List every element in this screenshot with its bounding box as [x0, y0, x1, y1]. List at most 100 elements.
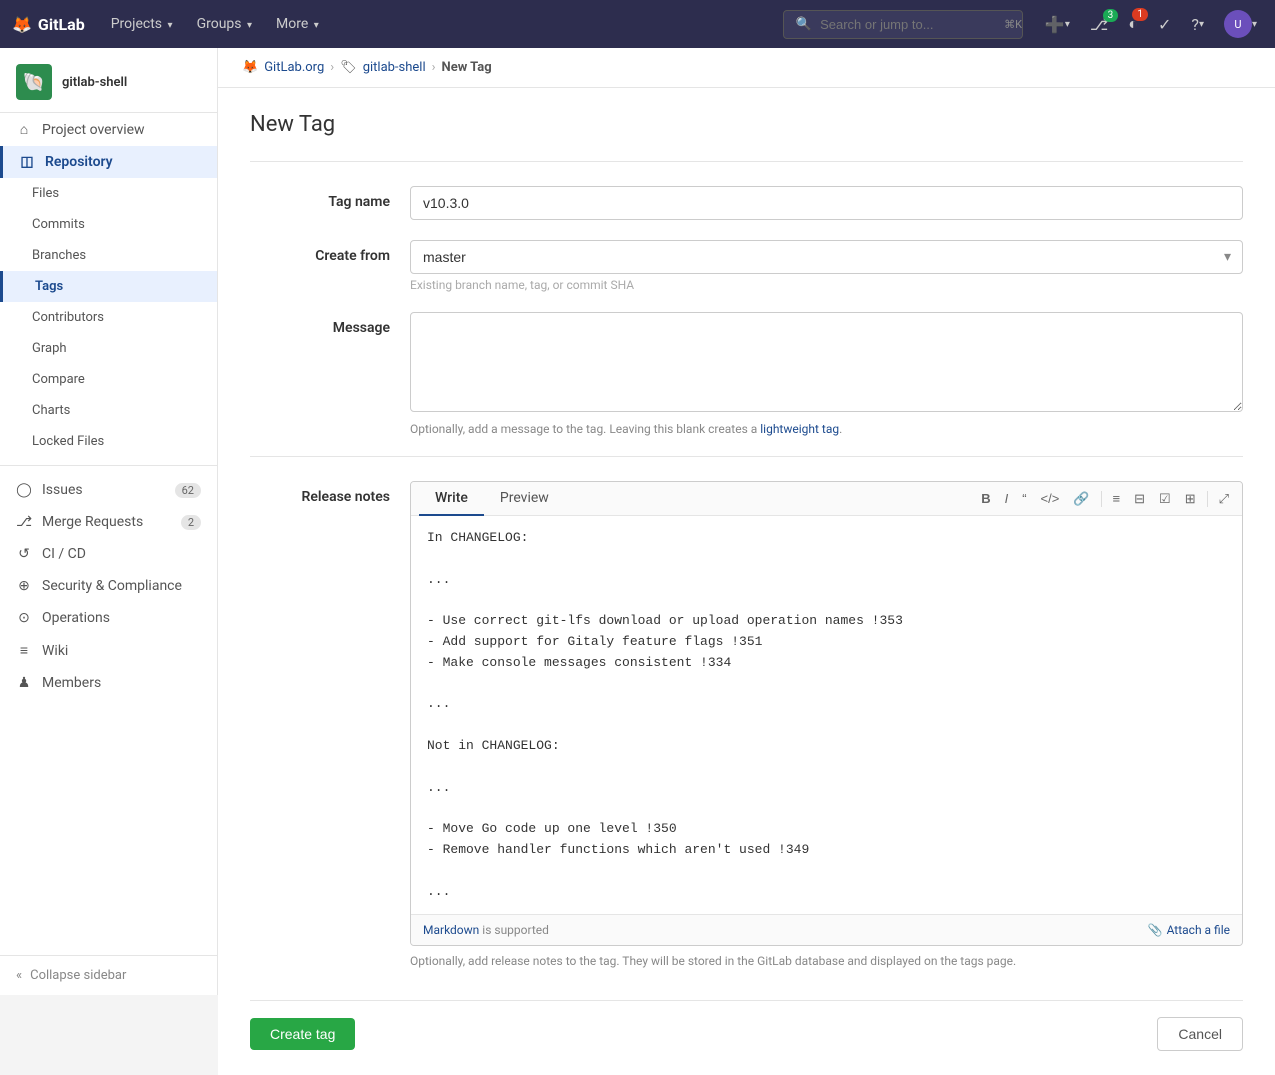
release-notes-row: Release notes Write Preview B I “ </> — [250, 481, 1243, 968]
brand-logo[interactable]: 🦊 GitLab — [12, 15, 85, 34]
sidebar-item-operations[interactable]: ⊙ Operations — [0, 602, 217, 634]
navbar-icons: ➕ ▾ ⎇ 3 ◐ 1 ✓ ? ▾ U ▾ — [1039, 6, 1263, 42]
todo-button[interactable]: ✓ — [1152, 11, 1177, 38]
mr-count-badge: 2 — [181, 515, 201, 530]
attach-icon: 📎 — [1148, 923, 1163, 937]
search-input[interactable] — [820, 17, 996, 32]
breadcrumb-current: New Tag — [442, 60, 492, 75]
cancel-button[interactable]: Cancel — [1157, 1017, 1243, 1051]
table-button[interactable]: ⊞ — [1180, 488, 1201, 510]
toolbar-separator — [1101, 491, 1102, 507]
avatar: U — [1224, 10, 1252, 38]
project-avatar: 🐚 — [16, 64, 52, 100]
sidebar-item-security-compliance[interactable]: ⊕ Security & Compliance — [0, 570, 217, 602]
sidebar-item-repository[interactable]: ◫ Repository — [0, 146, 217, 178]
message-row: Message Optionally, add a message to the… — [250, 312, 1243, 436]
help-button[interactable]: ? ▾ — [1185, 11, 1210, 38]
message-hint: Optionally, add a message to the tag. Le… — [410, 422, 1243, 436]
create-from-hint: Existing branch name, tag, or commit SHA — [410, 278, 1243, 292]
sidebar-item-issues[interactable]: ◯ Issues 62 — [0, 474, 217, 506]
wiki-icon: ≡ — [16, 642, 32, 659]
attach-file-button[interactable]: 📎 Attach a file — [1148, 923, 1230, 937]
italic-button[interactable]: I — [1000, 488, 1014, 509]
breadcrumb-project[interactable]: gitlab-shell — [363, 60, 426, 75]
sidebar-item-commits[interactable]: Commits — [0, 209, 217, 240]
nav-projects[interactable]: Projects ▾ — [101, 10, 183, 38]
sidebar-item-cicd[interactable]: ↺ CI / CD — [0, 538, 217, 570]
markdown-suffix: is supported — [482, 923, 549, 937]
bold-button[interactable]: B — [976, 488, 995, 509]
sidebar-item-contributors[interactable]: Contributors — [0, 302, 217, 333]
release-notes-label: Release notes — [250, 481, 410, 505]
main-content: 🦊 GitLab.org › 🏷 gitlab-shell › New Tag … — [218, 48, 1275, 1075]
sidebar-item-locked-files[interactable]: Locked Files — [0, 426, 217, 457]
home-icon: ⌂ — [16, 121, 32, 138]
sidebar-item-members[interactable]: ♟ Members — [0, 667, 217, 699]
sidebar-item-graph[interactable]: Graph — [0, 333, 217, 364]
flame-icon: 🦊 — [12, 15, 32, 34]
editor-toolbar: B I “ </> 🔗 ≡ ⊟ ☑ ⊞ ⤢ — [976, 484, 1234, 514]
sidebar-item-charts[interactable]: Charts — [0, 395, 217, 426]
sidebar-item-merge-requests[interactable]: ⎇ Merge Requests 2 — [0, 506, 217, 538]
members-icon: ♟ — [16, 675, 32, 691]
chevron-down-icon: ▾ — [314, 20, 319, 31]
chevron-down-icon: ▾ — [1065, 19, 1070, 30]
sidebar-item-label: Contributors — [32, 310, 104, 325]
lightweight-tag-link[interactable]: lightweight tag — [760, 422, 839, 436]
collapse-label: Collapse sidebar — [30, 968, 126, 983]
merge-requests-button[interactable]: ⎇ 3 — [1084, 11, 1114, 38]
link-button[interactable]: 🔗 — [1068, 488, 1094, 510]
ordered-list-button[interactable]: ⊟ — [1129, 488, 1150, 510]
create-from-select[interactable]: master — [410, 240, 1243, 274]
issues-button[interactable]: ◐ 1 — [1122, 10, 1144, 38]
create-tag-button[interactable]: Create tag — [250, 1018, 355, 1050]
project-name: gitlab-shell — [62, 75, 127, 90]
sidebar-item-project-overview[interactable]: ⌂ Project overview — [0, 113, 217, 146]
plus-icon: ➕ — [1045, 15, 1065, 34]
nav-more[interactable]: More ▾ — [266, 10, 329, 38]
sidebar-item-label: Wiki — [42, 643, 68, 659]
release-notes-hint: Optionally, add release notes to the tag… — [410, 954, 1243, 968]
search-bar[interactable]: 🔍 ⌘K — [783, 10, 1023, 39]
attach-file-label: Attach a file — [1167, 923, 1230, 937]
task-list-button[interactable]: ☑ — [1154, 488, 1176, 510]
sidebar-item-label: Charts — [32, 403, 70, 418]
merge-request-icon: ⎇ — [16, 514, 32, 530]
collapse-icon: « — [16, 968, 22, 983]
sidebar-item-label: Operations — [42, 610, 110, 626]
sidebar-item-label: Commits — [32, 217, 85, 232]
breadcrumb: 🦊 GitLab.org › 🏷 gitlab-shell › New Tag — [218, 48, 1275, 88]
shield-icon: ⊕ — [16, 578, 32, 594]
page-body: New Tag Tag name Create from master — [218, 88, 1275, 1075]
new-item-button[interactable]: ➕ ▾ — [1039, 11, 1076, 38]
create-from-input-area: master Existing branch name, tag, or com… — [410, 240, 1243, 292]
operations-icon: ⊙ — [16, 610, 32, 626]
editor-content: In CHANGELOG: ... - Use correct git-lfs … — [427, 528, 1226, 902]
breadcrumb-gitlab-org[interactable]: GitLab.org — [264, 60, 324, 75]
sidebar-item-branches[interactable]: Branches — [0, 240, 217, 271]
markdown-link[interactable]: Markdown — [423, 923, 479, 937]
tab-write[interactable]: Write — [419, 482, 484, 516]
tab-preview[interactable]: Preview — [484, 482, 565, 516]
nav-groups[interactable]: Groups ▾ — [187, 10, 262, 38]
user-menu[interactable]: U ▾ — [1218, 6, 1263, 42]
tag-name-input[interactable] — [410, 186, 1243, 220]
sidebar-item-tags[interactable]: Tags — [0, 271, 217, 302]
message-textarea[interactable] — [410, 312, 1243, 412]
sidebar-project-header: 🐚 gitlab-shell — [0, 48, 217, 113]
collapse-sidebar-button[interactable]: « Collapse sidebar — [0, 955, 217, 995]
code-button[interactable]: </> — [1036, 488, 1065, 509]
repository-icon: ◫ — [19, 154, 35, 170]
sidebar-item-files[interactable]: Files — [0, 178, 217, 209]
search-shortcut: ⌘K — [1004, 18, 1022, 31]
sidebar-item-label: Security & Compliance — [42, 578, 182, 594]
sidebar-item-wiki[interactable]: ≡ Wiki — [0, 634, 217, 667]
editor-body[interactable]: In CHANGELOG: ... - Use correct git-lfs … — [411, 516, 1242, 914]
mr-badge: 3 — [1103, 9, 1119, 22]
chevron-down-icon: ▾ — [247, 20, 252, 31]
sidebar-item-compare[interactable]: Compare — [0, 364, 217, 395]
quote-button[interactable]: “ — [1017, 488, 1031, 509]
fullscreen-button[interactable]: ⤢ — [1214, 488, 1234, 510]
form-divider — [250, 161, 1243, 162]
bullet-list-button[interactable]: ≡ — [1108, 488, 1126, 509]
